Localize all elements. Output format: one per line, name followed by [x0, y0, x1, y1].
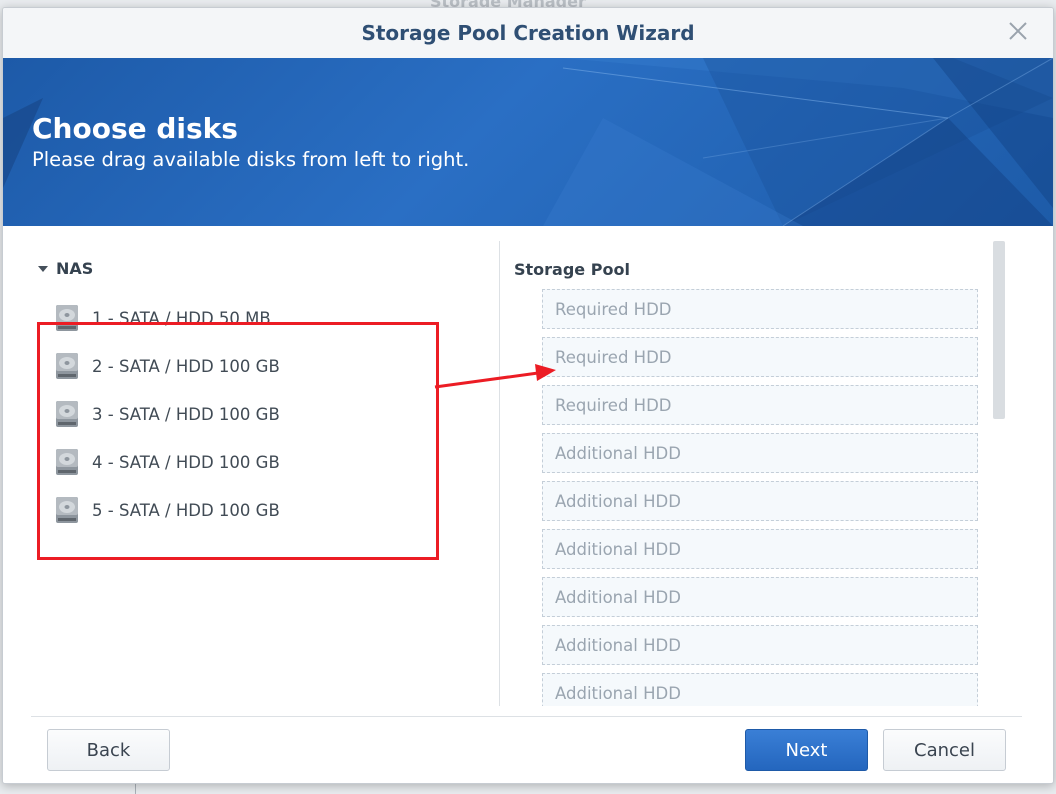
additional-hdd-slot[interactable]: Additional HDD: [542, 577, 978, 617]
back-button[interactable]: Back: [47, 729, 170, 771]
storage-pool-scrollbar[interactable]: [993, 241, 1005, 419]
required-hdd-slot[interactable]: Required HDD: [542, 337, 978, 377]
caret-down-icon: [38, 265, 48, 272]
slot-label: Required HDD: [555, 395, 672, 415]
additional-hdd-slot[interactable]: Additional HDD: [542, 529, 978, 569]
storage-pool-pane: Storage Pool Required HDD Required HDD R…: [500, 226, 1010, 706]
slot-label: Required HDD: [555, 347, 672, 367]
additional-hdd-slot[interactable]: Additional HDD: [542, 481, 978, 521]
slot-label: Required HDD: [555, 299, 672, 319]
banner-heading: Choose disks: [32, 112, 238, 145]
additional-hdd-slot[interactable]: Additional HDD: [542, 433, 978, 473]
tree-group-nas[interactable]: NAS: [37, 259, 93, 278]
dialog-titlebar: Storage Pool Creation Wizard: [3, 8, 1053, 59]
wizard-banner: Choose disks Please drag available disks…: [3, 58, 1053, 226]
additional-hdd-slot[interactable]: Additional HDD: [542, 673, 978, 706]
slot-label: Additional HDD: [555, 443, 681, 463]
cancel-button[interactable]: Cancel: [883, 729, 1006, 771]
slot-label: Additional HDD: [555, 587, 681, 607]
background-divider: [135, 783, 136, 794]
footer-divider: [31, 716, 1022, 717]
required-hdd-slot[interactable]: Required HDD: [542, 289, 978, 329]
tree-group-label: NAS: [56, 259, 94, 278]
additional-hdd-slot[interactable]: Additional HDD: [542, 625, 978, 665]
dialog-title: Storage Pool Creation Wizard: [361, 21, 695, 45]
slot-label: Additional HDD: [555, 683, 681, 703]
slot-label: Additional HDD: [555, 491, 681, 511]
close-icon[interactable]: [1005, 18, 1031, 44]
required-hdd-slot[interactable]: Required HDD: [542, 385, 978, 425]
annotation-highlight-box: [37, 322, 439, 560]
next-button[interactable]: Next: [745, 729, 868, 771]
slot-label: Additional HDD: [555, 635, 681, 655]
banner-subheading: Please drag available disks from left to…: [32, 148, 470, 171]
storage-pool-title: Storage Pool: [514, 260, 630, 279]
slot-label: Additional HDD: [555, 539, 681, 559]
